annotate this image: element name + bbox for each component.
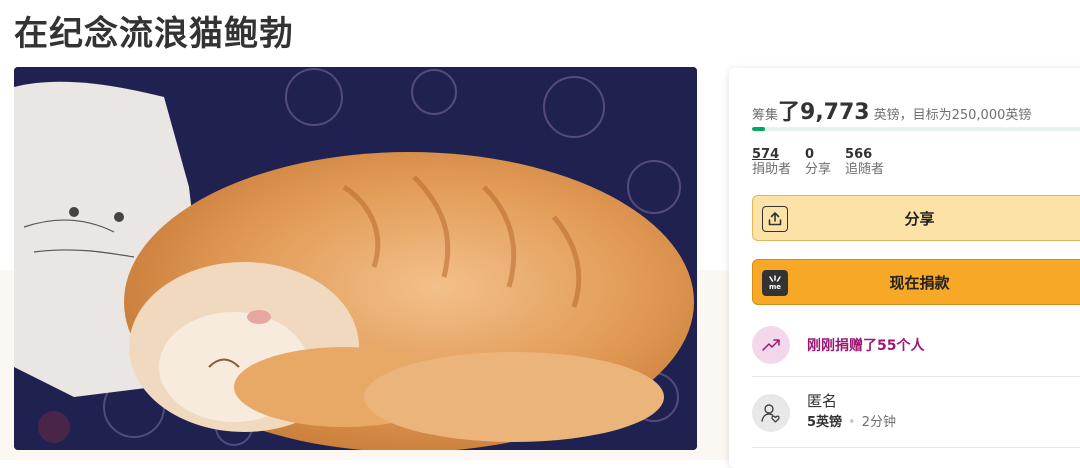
- donation-item: 匿名 5英镑 • 2分钟: [752, 391, 896, 433]
- followers-label: 追随者: [845, 162, 885, 177]
- recent-donations-text: 刚刚捐赠了55个人: [807, 338, 925, 354]
- amount-raised: 筹集了9,773 英镑，目标为250,000英镑: [752, 94, 1031, 126]
- campaign-photo: [14, 67, 697, 450]
- raised-amount: 了9,773: [778, 100, 870, 125]
- shares-label: 分享: [805, 162, 832, 177]
- donation-time: 2分钟: [861, 415, 896, 430]
- separator-dot: •: [848, 415, 856, 430]
- recent-donations: 刚刚捐赠了55个人: [752, 325, 924, 365]
- stat-followers: 566 追随者: [845, 147, 884, 178]
- donors-label: 捐助者: [752, 162, 792, 177]
- donate-now-button[interactable]: me 现在捐款: [752, 259, 1080, 305]
- divider: [752, 447, 1080, 448]
- followers-count: 566: [845, 147, 873, 162]
- gofundme-logo-icon: me: [762, 270, 788, 296]
- share-button-label: 分享: [904, 209, 935, 228]
- trending-up-icon: [752, 326, 790, 364]
- donate-button-label: 现在捐款: [889, 273, 950, 292]
- stats-row: 574 捐助者 0 分享 566 追随者: [752, 147, 884, 178]
- donation-card: 筹集了9,773 英镑，目标为250,000英镑 574 捐助者 0 分享 566…: [729, 68, 1080, 468]
- donation-meta: 5英镑 • 2分钟: [807, 413, 896, 433]
- share-button[interactable]: 分享: [752, 195, 1080, 241]
- raised-prefix: 筹集: [752, 108, 779, 123]
- progress-bar: [752, 127, 1080, 131]
- svg-text:me: me: [769, 283, 781, 291]
- stat-shares: 0 分享: [805, 147, 831, 178]
- progress-fill: [752, 127, 766, 131]
- divider: [752, 376, 1080, 377]
- shares-count: 0: [805, 147, 815, 162]
- share-upload-icon: [762, 206, 788, 232]
- donors-count[interactable]: 574: [752, 147, 791, 162]
- user-heart-icon: [752, 394, 790, 432]
- donor-name: 匿名: [807, 392, 838, 410]
- page-title: 在纪念流浪猫鲍勃: [14, 14, 294, 54]
- donation-amount: 5英镑: [807, 415, 843, 430]
- stat-donors[interactable]: 574 捐助者: [752, 147, 791, 178]
- goal-text: 英镑，目标为250,000英镑: [873, 108, 1032, 123]
